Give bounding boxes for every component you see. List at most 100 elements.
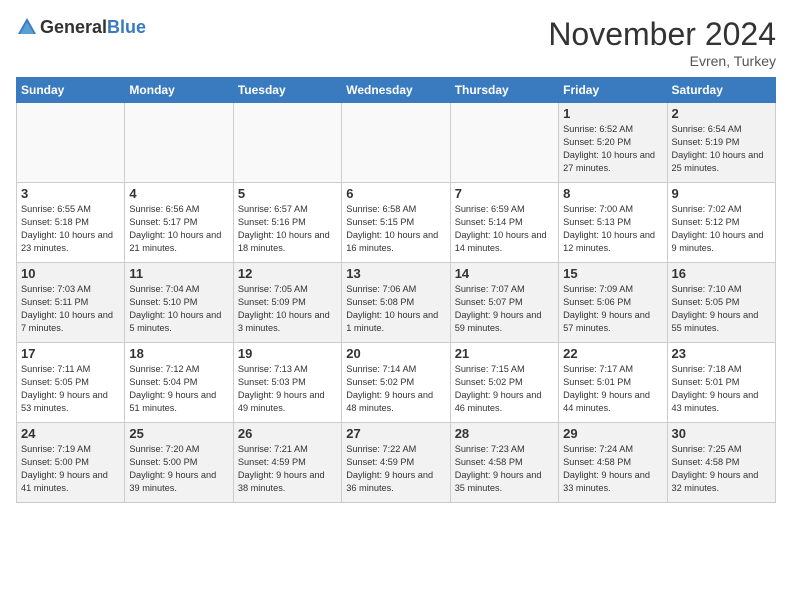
logo-general: General	[40, 17, 107, 37]
day-detail: Sunrise: 7:24 AM Sunset: 4:58 PM Dayligh…	[563, 443, 662, 495]
day-detail: Sunrise: 7:00 AM Sunset: 5:13 PM Dayligh…	[563, 203, 662, 255]
day-detail: Sunrise: 7:17 AM Sunset: 5:01 PM Dayligh…	[563, 363, 662, 415]
calendar-cell: 20 Sunrise: 7:14 AM Sunset: 5:02 PM Dayli…	[342, 343, 450, 423]
weekday-header: Friday	[559, 78, 667, 103]
calendar-week-row: 3 Sunrise: 6:55 AM Sunset: 5:18 PM Daylig…	[17, 183, 776, 263]
day-number: 1	[563, 106, 662, 121]
day-detail: Sunrise: 7:11 AM Sunset: 5:05 PM Dayligh…	[21, 363, 120, 415]
day-number: 20	[346, 346, 445, 361]
day-number: 26	[238, 426, 337, 441]
day-detail: Sunrise: 7:21 AM Sunset: 4:59 PM Dayligh…	[238, 443, 337, 495]
day-number: 18	[129, 346, 228, 361]
calendar-cell: 22 Sunrise: 7:17 AM Sunset: 5:01 PM Dayli…	[559, 343, 667, 423]
day-number: 15	[563, 266, 662, 281]
calendar-cell	[125, 103, 233, 183]
day-number: 21	[455, 346, 554, 361]
calendar-cell: 6 Sunrise: 6:58 AM Sunset: 5:15 PM Daylig…	[342, 183, 450, 263]
calendar-cell: 29Sunrise: 7:24 AM Sunset: 4:58 PM Dayli…	[559, 423, 667, 503]
day-detail: Sunrise: 7:18 AM Sunset: 5:01 PM Dayligh…	[672, 363, 771, 415]
logo-icon	[16, 16, 38, 38]
day-detail: Sunrise: 6:52 AM Sunset: 5:20 PM Dayligh…	[563, 123, 662, 175]
month-title: November 2024	[548, 16, 776, 53]
day-detail: Sunrise: 6:55 AM Sunset: 5:18 PM Dayligh…	[21, 203, 120, 255]
weekday-header: Saturday	[667, 78, 775, 103]
day-number: 13	[346, 266, 445, 281]
day-number: 24	[21, 426, 120, 441]
day-number: 28	[455, 426, 554, 441]
calendar-cell: 15 Sunrise: 7:09 AM Sunset: 5:06 PM Dayli…	[559, 263, 667, 343]
location: Evren, Turkey	[548, 53, 776, 69]
day-detail: Sunrise: 7:12 AM Sunset: 5:04 PM Dayligh…	[129, 363, 228, 415]
weekday-header: Thursday	[450, 78, 558, 103]
calendar-cell: 14 Sunrise: 7:07 AM Sunset: 5:07 PM Dayli…	[450, 263, 558, 343]
day-number: 25	[129, 426, 228, 441]
calendar-cell: 1 Sunrise: 6:52 AM Sunset: 5:20 PM Daylig…	[559, 103, 667, 183]
day-number: 16	[672, 266, 771, 281]
day-number: 10	[21, 266, 120, 281]
calendar-cell: 26 Sunrise: 7:21 AM Sunset: 4:59 PM Dayli…	[233, 423, 341, 503]
weekday-header: Tuesday	[233, 78, 341, 103]
day-number: 11	[129, 266, 228, 281]
day-detail: Sunrise: 7:09 AM Sunset: 5:06 PM Dayligh…	[563, 283, 662, 335]
day-detail: Sunrise: 6:57 AM Sunset: 5:16 PM Dayligh…	[238, 203, 337, 255]
day-detail: Sunrise: 6:58 AM Sunset: 5:15 PM Dayligh…	[346, 203, 445, 255]
calendar-cell	[450, 103, 558, 183]
day-detail: Sunrise: 7:22 AM Sunset: 4:59 PM Dayligh…	[346, 443, 445, 495]
day-detail: Sunrise: 6:59 AM Sunset: 5:14 PM Dayligh…	[455, 203, 554, 255]
calendar-week-row: 1 Sunrise: 6:52 AM Sunset: 5:20 PM Daylig…	[17, 103, 776, 183]
weekday-header: Monday	[125, 78, 233, 103]
day-detail: Sunrise: 7:04 AM Sunset: 5:10 PM Dayligh…	[129, 283, 228, 335]
calendar-cell: 4Sunrise: 6:56 AM Sunset: 5:17 PM Daylig…	[125, 183, 233, 263]
day-detail: Sunrise: 6:54 AM Sunset: 5:19 PM Dayligh…	[672, 123, 771, 175]
day-number: 14	[455, 266, 554, 281]
logo-blue: Blue	[107, 17, 146, 37]
calendar-cell: 12Sunrise: 7:05 AM Sunset: 5:09 PM Dayli…	[233, 263, 341, 343]
calendar-cell: 24Sunrise: 7:19 AM Sunset: 5:00 PM Dayli…	[17, 423, 125, 503]
header: GeneralBlue November 2024 Evren, Turkey	[16, 16, 776, 69]
calendar-cell	[233, 103, 341, 183]
day-number: 22	[563, 346, 662, 361]
calendar-cell: 8 Sunrise: 7:00 AM Sunset: 5:13 PM Daylig…	[559, 183, 667, 263]
calendar-cell: 5 Sunrise: 6:57 AM Sunset: 5:16 PM Daylig…	[233, 183, 341, 263]
calendar-cell: 21 Sunrise: 7:15 AM Sunset: 5:02 PM Dayli…	[450, 343, 558, 423]
day-number: 5	[238, 186, 337, 201]
calendar-table: SundayMondayTuesdayWednesdayThursdayFrid…	[16, 77, 776, 503]
day-detail: Sunrise: 7:23 AM Sunset: 4:58 PM Dayligh…	[455, 443, 554, 495]
logo: GeneralBlue	[16, 16, 146, 38]
calendar-week-row: 17Sunrise: 7:11 AM Sunset: 5:05 PM Dayli…	[17, 343, 776, 423]
day-detail: Sunrise: 7:15 AM Sunset: 5:02 PM Dayligh…	[455, 363, 554, 415]
day-detail: Sunrise: 6:56 AM Sunset: 5:17 PM Dayligh…	[129, 203, 228, 255]
day-number: 8	[563, 186, 662, 201]
day-number: 27	[346, 426, 445, 441]
day-number: 30	[672, 426, 771, 441]
day-number: 3	[21, 186, 120, 201]
calendar-cell: 11 Sunrise: 7:04 AM Sunset: 5:10 PM Dayli…	[125, 263, 233, 343]
day-detail: Sunrise: 7:14 AM Sunset: 5:02 PM Dayligh…	[346, 363, 445, 415]
day-detail: Sunrise: 7:06 AM Sunset: 5:08 PM Dayligh…	[346, 283, 445, 335]
calendar-cell: 27 Sunrise: 7:22 AM Sunset: 4:59 PM Dayli…	[342, 423, 450, 503]
day-number: 7	[455, 186, 554, 201]
calendar-cell: 16Sunrise: 7:10 AM Sunset: 5:05 PM Dayli…	[667, 263, 775, 343]
day-number: 6	[346, 186, 445, 201]
calendar-cell: 17Sunrise: 7:11 AM Sunset: 5:05 PM Dayli…	[17, 343, 125, 423]
day-number: 23	[672, 346, 771, 361]
calendar-cell: 7 Sunrise: 6:59 AM Sunset: 5:14 PM Daylig…	[450, 183, 558, 263]
day-detail: Sunrise: 7:07 AM Sunset: 5:07 PM Dayligh…	[455, 283, 554, 335]
day-number: 2	[672, 106, 771, 121]
calendar-cell: 30 Sunrise: 7:25 AM Sunset: 4:58 PM Dayli…	[667, 423, 775, 503]
day-number: 12	[238, 266, 337, 281]
calendar-cell: 25Sunrise: 7:20 AM Sunset: 5:00 PM Dayli…	[125, 423, 233, 503]
day-number: 19	[238, 346, 337, 361]
day-detail: Sunrise: 7:25 AM Sunset: 4:58 PM Dayligh…	[672, 443, 771, 495]
calendar-cell: 3 Sunrise: 6:55 AM Sunset: 5:18 PM Daylig…	[17, 183, 125, 263]
calendar-cell	[17, 103, 125, 183]
title-area: November 2024 Evren, Turkey	[548, 16, 776, 69]
calendar-cell	[342, 103, 450, 183]
calendar-week-row: 10 Sunrise: 7:03 AM Sunset: 5:11 PM Dayli…	[17, 263, 776, 343]
day-detail: Sunrise: 7:03 AM Sunset: 5:11 PM Dayligh…	[21, 283, 120, 335]
calendar-cell: 19Sunrise: 7:13 AM Sunset: 5:03 PM Dayli…	[233, 343, 341, 423]
calendar-header-row: SundayMondayTuesdayWednesdayThursdayFrid…	[17, 78, 776, 103]
calendar-cell: 2 Sunrise: 6:54 AM Sunset: 5:19 PM Daylig…	[667, 103, 775, 183]
calendar-cell: 9Sunrise: 7:02 AM Sunset: 5:12 PM Daylig…	[667, 183, 775, 263]
weekday-header: Sunday	[17, 78, 125, 103]
